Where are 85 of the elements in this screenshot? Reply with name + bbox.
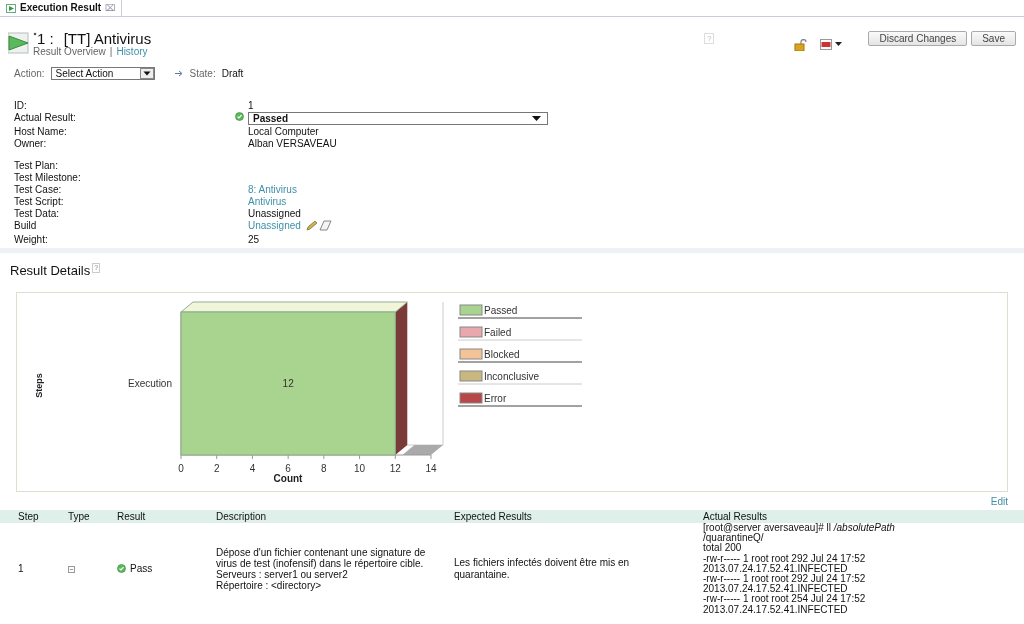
- eraser-icon[interactable]: [318, 220, 332, 231]
- tick-label: 14: [425, 463, 437, 474]
- output-line: -rw-r----- 1 root root 292 Jul 24 17:52: [703, 553, 867, 564]
- action-label: Action:: [14, 67, 45, 80]
- field-value: 25: [248, 234, 260, 246]
- discard-button[interactable]: Discard Changes: [868, 31, 968, 46]
- field-label: Test Case:: [14, 184, 63, 196]
- tick-label: 8: [321, 463, 327, 474]
- field-label: Actual Result:: [14, 112, 77, 125]
- tick-label: 4: [249, 463, 256, 474]
- field-label: Test Script:: [14, 196, 65, 208]
- tick-label: 0: [178, 463, 184, 474]
- result-value: Pass: [130, 562, 153, 575]
- field-value: Alban VERSAVEAU: [248, 138, 337, 150]
- legend-label: Failed: [484, 327, 512, 338]
- tab-title[interactable]: Execution Result: [20, 2, 102, 14]
- field-label: Test Data:: [14, 208, 61, 220]
- output-line: total 200: [703, 543, 742, 554]
- output-line: -rw-r----- 1 root root 292 Jul 24 17:52: [703, 574, 867, 584]
- output-line: 2013.07.24.17.52.41.INFECTED: [703, 584, 848, 595]
- legend-label: Error: [484, 393, 507, 404]
- step-type-icon: [68, 565, 75, 573]
- field-label: Test Plan:: [14, 160, 59, 172]
- column-header[interactable]: Expected Results: [454, 510, 703, 523]
- field-value: 1: [248, 100, 254, 112]
- legend-label: Inconclusive: [484, 371, 540, 382]
- field-label: Host Name:: [14, 126, 68, 138]
- column-header[interactable]: Description: [216, 510, 454, 523]
- section-title: Result Details: [10, 263, 91, 278]
- caret-icon[interactable]: [835, 42, 843, 47]
- caret-icon[interactable]: [532, 115, 542, 122]
- data-label: 12: [282, 377, 294, 389]
- output-line: 2013.07.24.17.52.41.INFECTED: [703, 563, 849, 574]
- axis-title: Count: [273, 473, 303, 484]
- check-icon: [235, 112, 244, 121]
- run-icon: [6, 3, 16, 13]
- output-line: /quarantineQ/: [703, 533, 764, 544]
- description-text: Serveurs : server1 ou server2: [216, 568, 349, 580]
- state-label: State:: [189, 67, 216, 80]
- result-dropdown[interactable]: Passed: [248, 112, 548, 125]
- output-line: [root@server aversaveau]# ll /absolutePath: [703, 523, 896, 534]
- legend-label: Passed: [484, 305, 518, 316]
- column-header[interactable]: Actual Results: [703, 510, 1003, 523]
- column-header[interactable]: Result: [117, 510, 216, 523]
- field-link[interactable]: Unassigned: [248, 220, 301, 234]
- view-link[interactable]: History: [116, 46, 148, 58]
- floor-shadow: [402, 445, 443, 455]
- tick-label: 12: [389, 463, 401, 474]
- field-label: Test Milestone:: [14, 172, 82, 184]
- description-text: Dépose d'un fichier contenant une signature de virus de test (inofensif) dans le répertoire cible.: [216, 546, 427, 569]
- run-icon: [8, 31, 30, 55]
- field-link[interactable]: Antivirus: [248, 196, 287, 208]
- expected-text: Les fichiers infectés doivent être mis en quarantaine.: [454, 556, 631, 581]
- separator: |: [109, 46, 113, 58]
- table-cell-text: 1: [18, 562, 25, 575]
- edit-link[interactable]: Edit: [990, 496, 1008, 508]
- output-line: -rw-r----- 1 root root 254 Jul 24 17:52: [703, 594, 867, 605]
- tick-label: 2: [213, 463, 220, 474]
- state-value: Draft: [221, 67, 244, 80]
- category-label: Execution: [128, 377, 172, 389]
- tick-label: 10: [354, 463, 366, 474]
- axis-title: Steps: [34, 373, 44, 398]
- field-value: Local Computer: [248, 126, 319, 138]
- field-link[interactable]: 8: Antivirus: [248, 184, 297, 196]
- description-text: Répertoire : <directory>: [216, 579, 323, 591]
- field-label: Build: [14, 220, 38, 233]
- field-label: ID:: [14, 100, 28, 112]
- legend-label: Blocked: [484, 349, 520, 360]
- field-value: Unassigned: [248, 208, 301, 220]
- padlock-icon[interactable]: [794, 39, 809, 51]
- field-label: Owner:: [14, 138, 48, 150]
- pencil-icon[interactable]: [304, 220, 319, 231]
- close-button[interactable]: ⌧: [105, 2, 116, 14]
- result-number: 1 :: [37, 31, 54, 47]
- action-dropdown[interactable]: Select Action: [50, 67, 155, 80]
- column-header[interactable]: Type: [68, 510, 117, 523]
- document-icon[interactable]: [820, 39, 833, 50]
- output-line: 2013.07.24.17.52.41.INFECTED: [703, 604, 849, 615]
- field-label: Weight:: [14, 234, 49, 246]
- save-button[interactable]: Save: [971, 31, 1016, 46]
- arrow-icon: [174, 70, 184, 77]
- result-title: [TT] Antivirus: [63, 31, 152, 47]
- caret-icon[interactable]: [139, 68, 154, 79]
- tick-label: 6: [285, 463, 291, 474]
- column-header[interactable]: Step: [18, 510, 68, 523]
